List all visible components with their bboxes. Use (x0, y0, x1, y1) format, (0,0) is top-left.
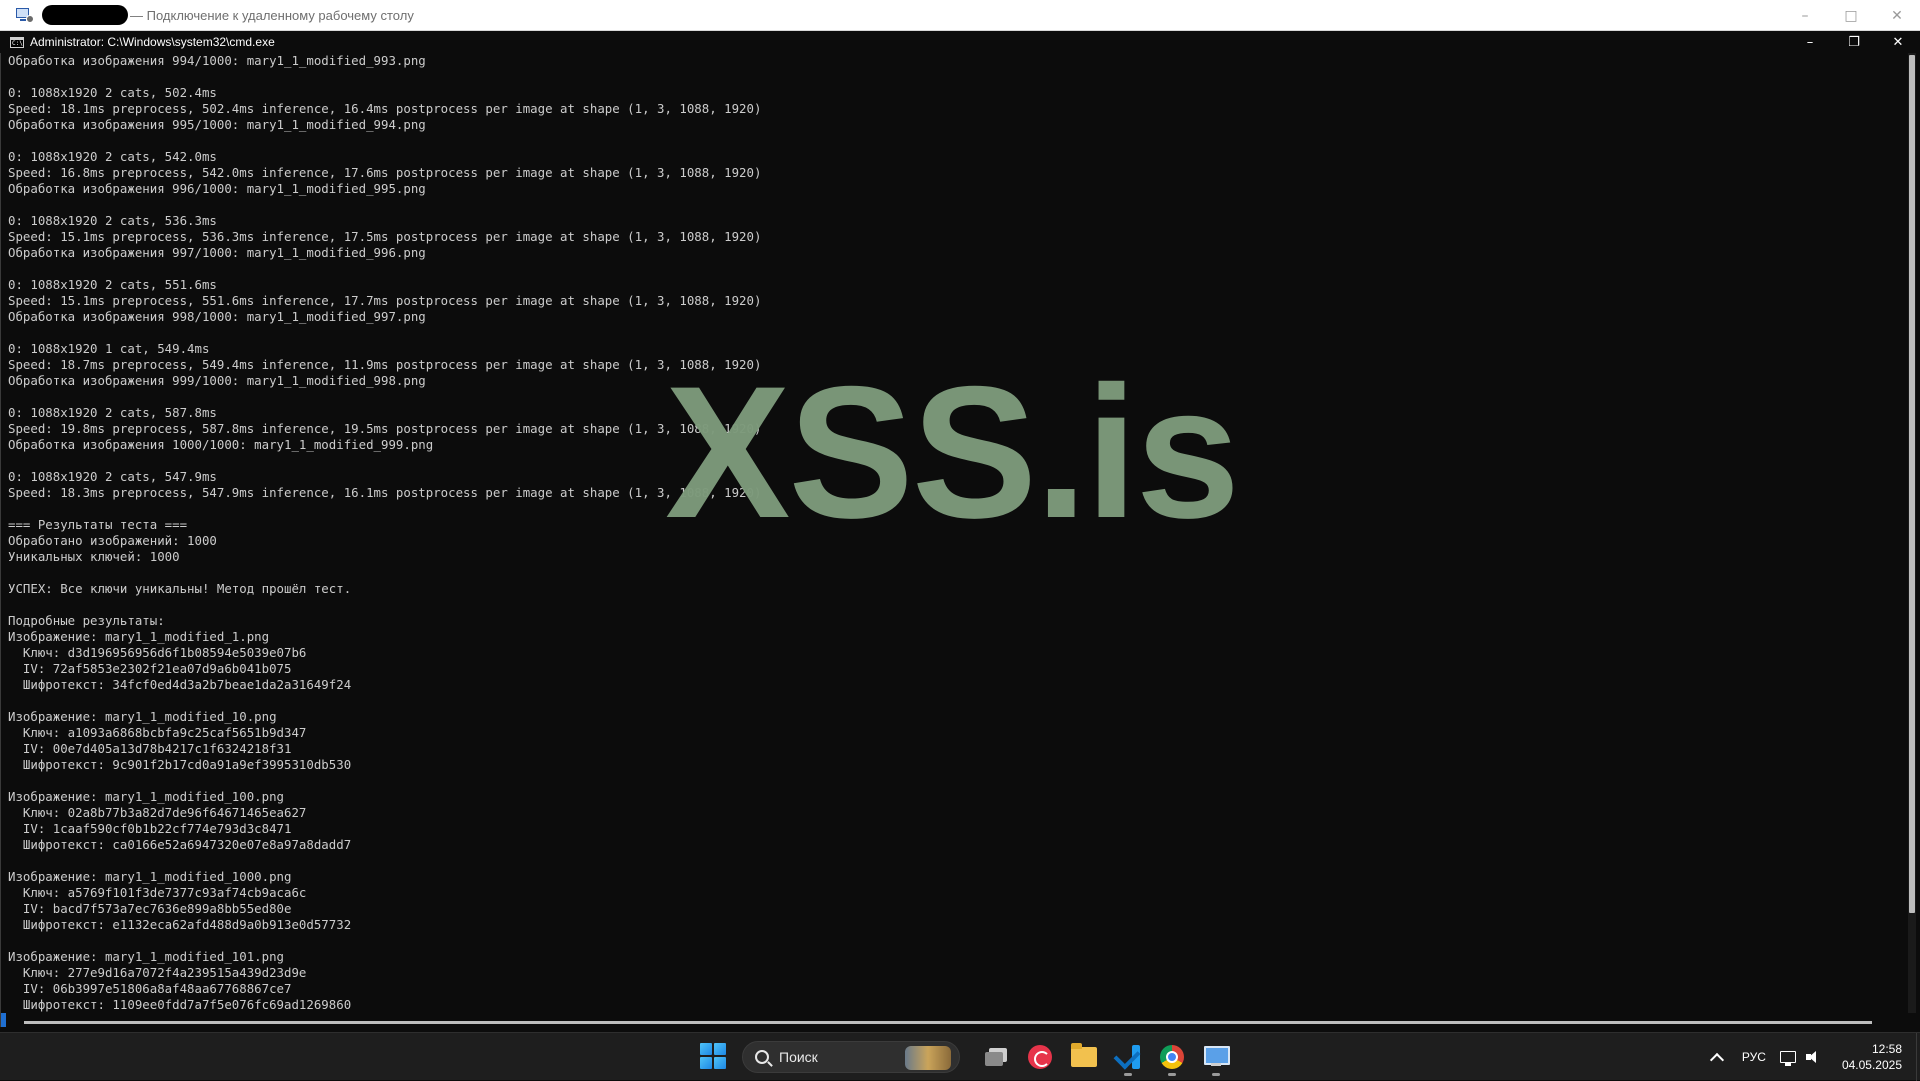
vertical-scrollbar[interactable] (1908, 53, 1916, 1013)
task-view-icon (985, 1048, 1007, 1066)
cmd-close-button[interactable]: ✕ (1876, 31, 1920, 53)
cmd-icon: C:\ (10, 36, 24, 48)
horizontal-scrollbar[interactable] (8, 1018, 1916, 1028)
console-output[interactable]: Обработка изображения 994/1000: mary1_1_… (8, 53, 1908, 1015)
red-app-icon (1028, 1045, 1052, 1069)
cmd-restore-button[interactable]: ❐ (1832, 31, 1876, 53)
chrome-button[interactable] (1152, 1037, 1192, 1077)
vscode-button[interactable] (1108, 1037, 1148, 1077)
maximize-icon: □ (1844, 7, 1858, 24)
horizontal-scrollbar-thumb[interactable] (24, 1021, 1872, 1024)
rdp-titlebar[interactable]: — Подключение к удаленному рабочему стол… (0, 0, 1920, 31)
search-highlight-image (905, 1046, 951, 1070)
minimize-icon: – (1806, 34, 1814, 50)
chrome-icon (1160, 1045, 1184, 1069)
close-icon: ✕ (1891, 7, 1903, 24)
system-tray: РУС 12:58 04.05.2025 (1700, 1033, 1920, 1081)
app-button-red-circle[interactable] (1020, 1037, 1060, 1077)
console-text: Обработка изображения 994/1000: mary1_1_… (8, 53, 762, 1012)
rdp-window-title: — Подключение к удаленному рабочему стол… (130, 7, 414, 23)
clock[interactable]: 12:58 04.05.2025 (1842, 1041, 1902, 1073)
vertical-scrollbar-thumb[interactable] (1909, 55, 1915, 913)
minimize-button[interactable]: – (1782, 0, 1828, 31)
clock-time: 12:58 (1871, 1042, 1902, 1056)
language-indicator[interactable]: РУС (1742, 1050, 1766, 1064)
cmd-window-controls: – ❐ ✕ (1788, 31, 1920, 53)
left-edge-strip (0, 53, 6, 1027)
close-button[interactable]: ✕ (1874, 0, 1920, 31)
start-button[interactable] (700, 1043, 728, 1071)
restore-icon: ❐ (1848, 34, 1860, 50)
taskbar: Поиск РУС 12:58 04.05.2025 (0, 1032, 1920, 1081)
cmd-titlebar[interactable]: C:\ Administrator: C:\Windows\system32\c… (0, 31, 1920, 53)
taskbar-apps: Поиск (700, 1033, 1238, 1081)
minimize-icon: – (1801, 7, 1809, 24)
taskbar-search[interactable]: Поиск (742, 1041, 960, 1073)
file-explorer-button[interactable] (1064, 1037, 1104, 1077)
remote-desktop-button[interactable] (1196, 1037, 1236, 1077)
search-icon (755, 1050, 769, 1064)
clock-date: 04.05.2025 (1841, 1058, 1902, 1072)
maximize-button[interactable]: □ (1828, 0, 1874, 31)
remote-desktop-icon (16, 7, 34, 23)
redacted-host-name (42, 5, 128, 25)
cmd-window-title: Administrator: C:\Windows\system32\cmd.e… (30, 35, 275, 49)
close-icon: ✕ (1892, 34, 1904, 50)
remote-desktop-icon (1204, 1046, 1230, 1068)
chevron-up-icon[interactable] (1709, 1052, 1724, 1068)
cmd-minimize-button[interactable]: – (1788, 31, 1832, 53)
show-desktop-button[interactable] (1916, 1033, 1920, 1081)
folder-icon (1071, 1043, 1097, 1067)
rdp-window-controls: – □ ✕ (1782, 0, 1920, 31)
search-label: Поиск (779, 1049, 818, 1065)
volume-icon[interactable] (1805, 1050, 1824, 1064)
task-view-button[interactable] (976, 1037, 1016, 1077)
network-icon[interactable] (1779, 1051, 1796, 1066)
windows-logo-icon (700, 1043, 712, 1055)
vscode-icon (1116, 1045, 1140, 1069)
